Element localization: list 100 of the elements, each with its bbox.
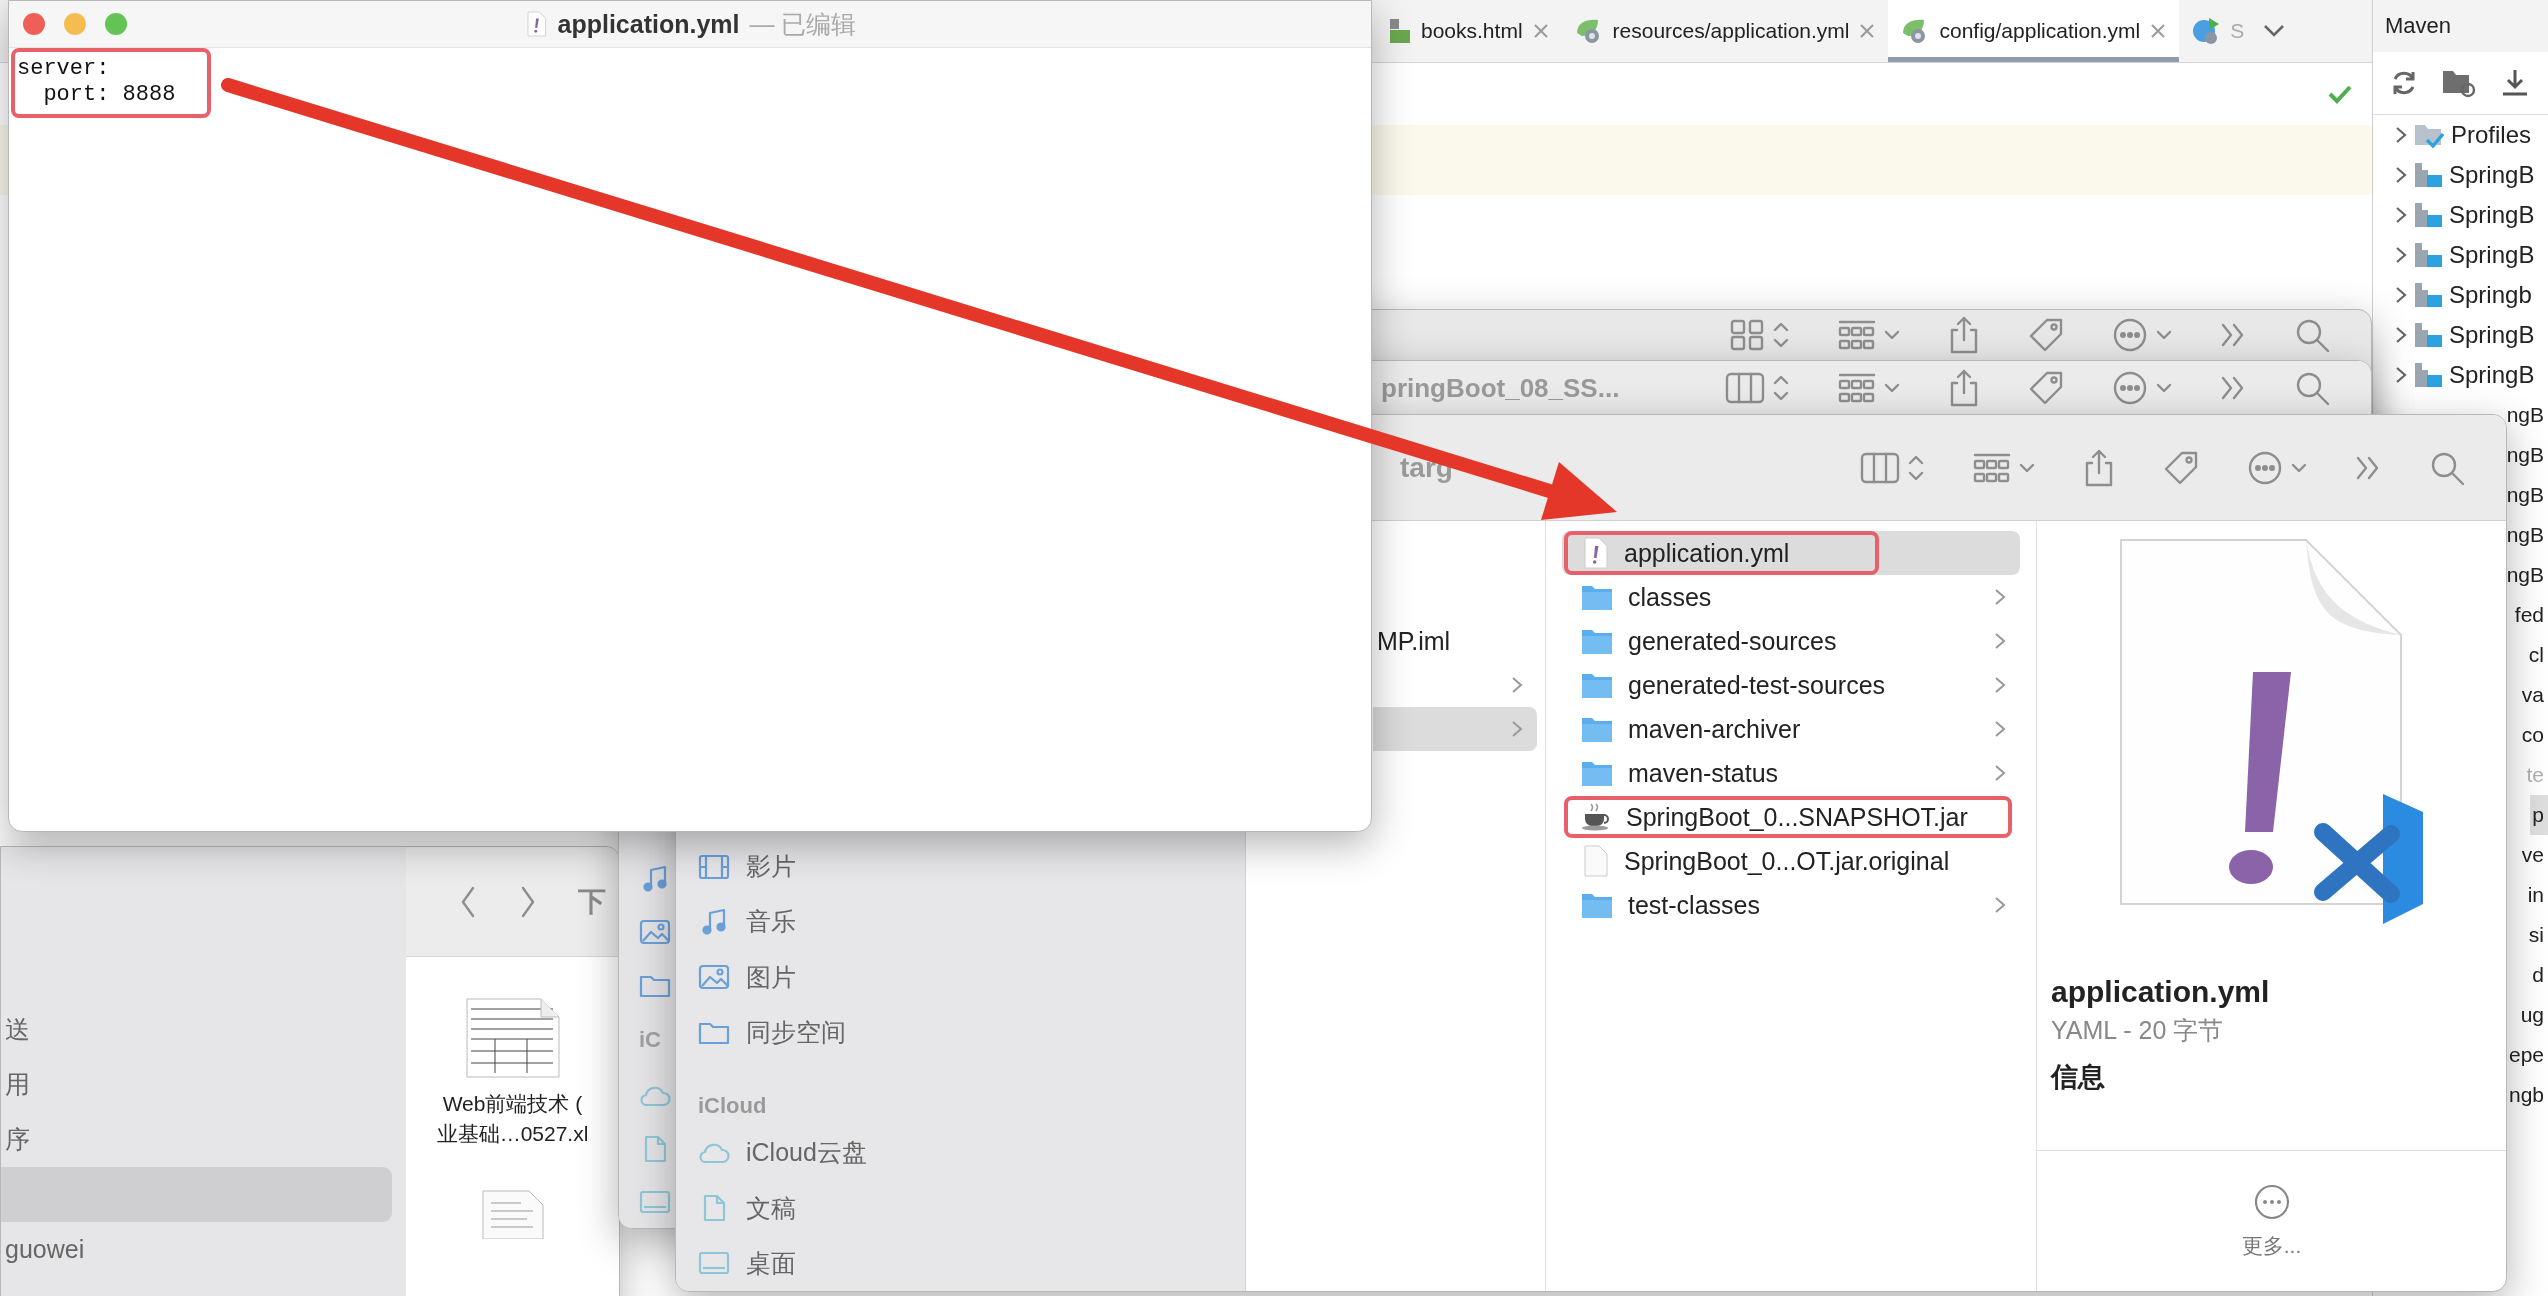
sidebar-section-title: iC — [639, 1026, 661, 1055]
chevron-right-icon — [1994, 895, 2006, 915]
check-icon — [2328, 84, 2352, 104]
chevron-right-icon[interactable] — [2395, 205, 2407, 225]
grid-view-icon[interactable] — [1729, 318, 1765, 352]
tree-item[interactable]: SpringB — [2373, 235, 2548, 275]
tree-item[interactable]: ngB — [2504, 515, 2548, 555]
tree-item[interactable]: SpringB — [2373, 315, 2548, 355]
close-icon[interactable] — [1531, 22, 1550, 40]
window-title: pringBoot_08_SS... — [1381, 373, 1620, 403]
sidebar-label: 文稿 — [746, 1192, 796, 1224]
tree-item[interactable]: Springb — [2373, 275, 2548, 315]
sidebar-label: 音乐 — [746, 906, 796, 938]
sidebar-item[interactable]: 音乐 — [698, 894, 1245, 950]
file-row[interactable]: SpringBoot_0...OT.jar.original — [1562, 839, 2020, 883]
tree-item[interactable]: d — [2530, 955, 2548, 995]
file-row[interactable]: classes — [1562, 575, 2020, 619]
module-icon — [2413, 160, 2443, 190]
sidebar-label: 桌面 — [746, 1247, 796, 1279]
chevron-right-icon — [1994, 675, 2006, 695]
tag-icon[interactable] — [2027, 316, 2065, 354]
tree-item[interactable]: Profiles — [2373, 115, 2548, 155]
chevron-right-icon[interactable] — [2395, 125, 2407, 145]
sidebar-item[interactable]: 送 — [1, 1002, 392, 1057]
tree-item[interactable]: epe — [2506, 1035, 2548, 1075]
more-icon[interactable] — [2111, 369, 2149, 407]
chevron-right-icon[interactable] — [2395, 325, 2407, 345]
tree-item[interactable]: p — [2530, 795, 2548, 835]
editor-tab[interactable]: books.html — [1376, 0, 1562, 62]
editor-tab[interactable]: config/application.yml — [1888, 0, 2180, 62]
sidebar-item[interactable]: 同步空间 — [698, 1004, 1245, 1060]
module-icon — [2413, 360, 2443, 390]
tree-item[interactable]: ngB — [2504, 475, 2548, 515]
file-row[interactable]: generated-test-sources — [1562, 663, 2020, 707]
panel-title: Maven — [2373, 0, 2548, 52]
sidebar-item[interactable]: 文稿 — [698, 1180, 1245, 1236]
chevron-right-icon — [1994, 587, 2006, 607]
window-title: 下 — [578, 884, 606, 919]
sidebar-label: 影片 — [746, 851, 796, 883]
file-row[interactable]: application.yml — [1562, 531, 2020, 575]
tree-item[interactable]: SpringB — [2373, 355, 2548, 395]
tree-item[interactable]: co — [2519, 715, 2548, 755]
tree-item[interactable]: ug — [2518, 995, 2548, 1035]
editor-tab[interactable]: resources/application.yml — [1561, 0, 1889, 62]
column-view-icon[interactable] — [1725, 371, 1765, 405]
chevron-right-icon — [1994, 631, 2006, 651]
tree-item[interactable]: cl — [2526, 635, 2548, 675]
file-row[interactable]: maven-status — [1562, 751, 2020, 795]
sidebar-item[interactable]: guowei — [1, 1222, 392, 1277]
chevron-right-icon — [1511, 719, 1523, 739]
tree-item[interactable]: ngB — [2504, 435, 2548, 475]
html-file-icon — [1388, 17, 1412, 45]
close-icon[interactable] — [2149, 22, 2168, 40]
close-icon[interactable] — [1858, 22, 1877, 40]
tree-item[interactable]: ve — [2519, 835, 2548, 875]
sidebar-label: 同步空间 — [746, 1016, 846, 1048]
more-link[interactable]: 更多... — [2241, 1232, 2302, 1260]
tree-item[interactable]: si — [2526, 915, 2548, 955]
file-row[interactable]: MP.iml — [1373, 619, 1537, 663]
chevron-right-icon[interactable] — [2395, 245, 2407, 265]
tree-item[interactable]: ngB — [2504, 555, 2548, 595]
more-icon[interactable] — [2111, 316, 2149, 354]
file-row[interactable]: test-classes — [1562, 883, 2020, 927]
tag-icon[interactable] — [2027, 369, 2065, 407]
file-name: Web前端技术 ( — [441, 1091, 584, 1117]
group-view-icon[interactable] — [1837, 318, 1877, 352]
tree-item[interactable]: ngB — [2504, 395, 2548, 435]
sidebar-label: iCloud云盘 — [746, 1137, 867, 1169]
close-button[interactable] — [23, 13, 45, 35]
sidebar-item[interactable]: 序 — [1, 1112, 392, 1167]
sidebar-item[interactable]: 影片 — [698, 839, 1245, 895]
edited-status: — 已编辑 — [749, 8, 857, 40]
photo-icon — [639, 918, 671, 947]
chevron-right-icon[interactable] — [2395, 165, 2407, 185]
tree-item[interactable]: in — [2525, 875, 2548, 915]
module-icon — [2413, 320, 2443, 350]
tree-item[interactable]: ngb — [2506, 1075, 2548, 1115]
file-row[interactable]: SpringBoot_0...SNAPSHOT.jar — [1562, 795, 2020, 839]
tree-item[interactable]: SpringB — [2373, 195, 2548, 235]
tree-item[interactable]: fed — [2512, 595, 2548, 635]
chevron-right-icon — [1994, 719, 2006, 739]
sidebar-item[interactable]: 桌面 — [698, 1235, 1245, 1291]
sidebar-item[interactable]: 图片 — [698, 949, 1245, 1005]
file-name: 业基础…0527.xl — [436, 1121, 589, 1147]
sidebar-item[interactable]: 用 — [1, 1057, 392, 1112]
minimize-button[interactable] — [64, 13, 86, 35]
chevron-right-icon — [1511, 675, 1523, 695]
chevron-right-icon[interactable] — [2395, 285, 2407, 305]
tree-item[interactable]: va — [2519, 675, 2548, 715]
file-row[interactable]: maven-archiver — [1562, 707, 2020, 751]
tree-item[interactable]: SpringB — [2373, 155, 2548, 195]
code-line: server: — [17, 56, 111, 82]
column-view-icon[interactable] — [1860, 450, 1900, 485]
zoom-button[interactable] — [105, 13, 127, 35]
chevron-right-icon[interactable] — [2395, 365, 2407, 385]
file-row[interactable]: generated-sources — [1562, 619, 2020, 663]
sidebar-item[interactable]: iCloud云盘 — [698, 1125, 1245, 1181]
code-line: port: 8888 — [42, 82, 176, 108]
group-view-icon[interactable] — [1837, 371, 1877, 405]
file-kind-size: YAML - 20 字节 — [2051, 1015, 2225, 1046]
